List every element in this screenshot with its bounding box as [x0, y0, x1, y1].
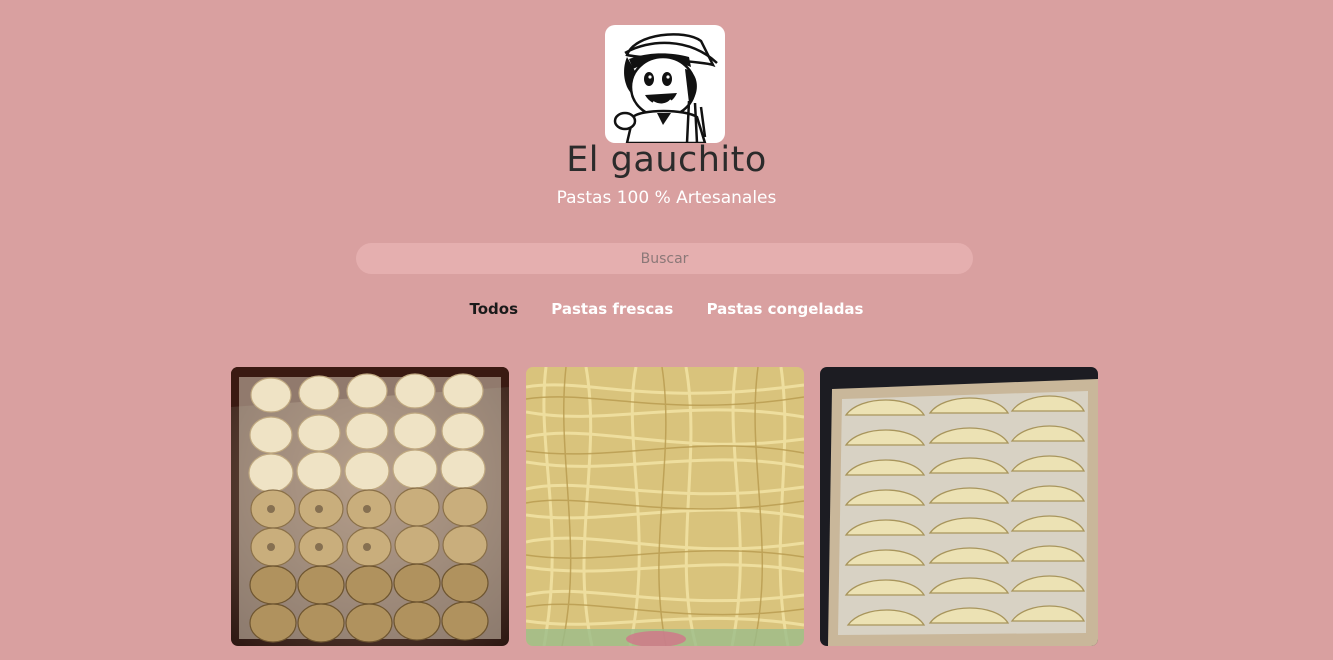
- gaucho-logo: [605, 25, 725, 143]
- page-title: El gauchito: [566, 140, 767, 180]
- tab-todos[interactable]: Todos: [470, 300, 519, 318]
- product-card-tagliatelle[interactable]: [526, 367, 804, 646]
- tab-pastas-frescas[interactable]: Pastas frescas: [551, 300, 673, 318]
- empanadas-image: [820, 367, 1098, 646]
- tab-pastas-congeladas[interactable]: Pastas congeladas: [707, 300, 864, 318]
- tagliatelle-image: [526, 367, 804, 646]
- search-input[interactable]: [356, 243, 973, 274]
- product-card-cappelletti[interactable]: [231, 367, 509, 646]
- category-tabs: Todos Pastas frescas Pastas congeladas: [0, 300, 1333, 318]
- cappelletti-image: [231, 367, 509, 646]
- page: El gauchito Pastas 100 % Artesanales Tod…: [0, 0, 1333, 660]
- product-card-empanadas[interactable]: [820, 367, 1098, 646]
- page-subtitle: Pastas 100 % Artesanales: [556, 188, 777, 208]
